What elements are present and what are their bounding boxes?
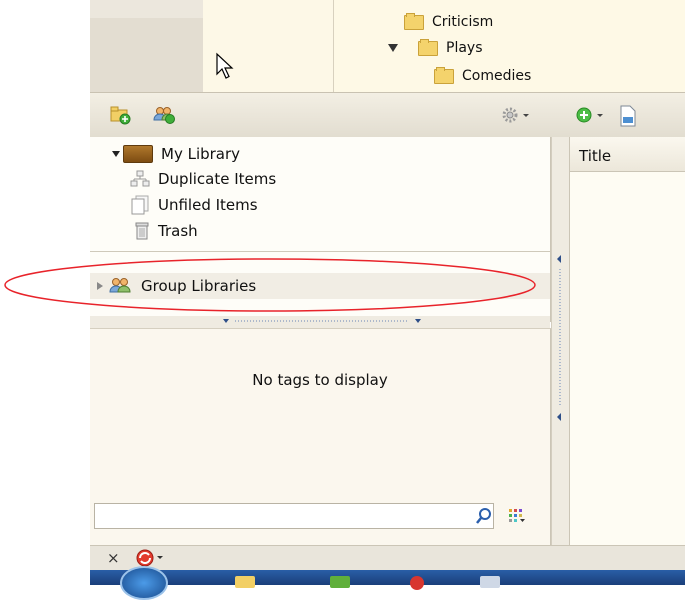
search-icon[interactable] (475, 507, 493, 525)
tag-selector-pane: No tags to display (90, 328, 551, 546)
folder-icon (434, 66, 454, 84)
actions-gear-icon[interactable] (500, 105, 534, 125)
my-library-row[interactable]: My Library (112, 142, 240, 166)
collection-item-label: Trash (158, 222, 198, 240)
library-icon (123, 145, 153, 163)
collection-item-label: Unfiled Items (158, 196, 258, 214)
expand-triangle-icon[interactable] (388, 44, 398, 52)
tree-item-criticism[interactable]: Criticism (404, 12, 494, 30)
folder-icon (404, 12, 424, 30)
trash-row[interactable]: Trash (134, 219, 198, 243)
unfiled-items-row[interactable]: Unfiled Items (130, 193, 258, 217)
tree-item-comedies[interactable]: Comedies (434, 66, 531, 86)
collection-item-label: Duplicate Items (158, 170, 277, 188)
duplicate-items-icon (130, 170, 150, 187)
collapse-triangle-icon[interactable] (112, 151, 120, 157)
start-button[interactable] (120, 566, 168, 600)
taskbar-app-icon[interactable] (330, 576, 350, 588)
taskbar-app-icon[interactable] (480, 576, 500, 588)
mid-window-area (203, 0, 333, 92)
unfiled-items-icon (131, 195, 149, 215)
add-item-icon[interactable] (574, 105, 608, 125)
tree-item-label: Criticism (432, 14, 494, 30)
collection-tree-area: Criticism Plays Comedies (333, 0, 685, 92)
highlight-ellipse-annotation (4, 258, 536, 312)
tag-display-options-icon[interactable] (508, 508, 526, 524)
no-tags-message: No tags to display (252, 371, 388, 389)
explorer-icon[interactable] (235, 576, 255, 588)
duplicate-items-row[interactable]: Duplicate Items (130, 167, 276, 191)
tree-item-label: Plays (446, 40, 483, 56)
column-header-label: Title (579, 147, 612, 165)
taskbar (90, 566, 685, 600)
tree-item-plays[interactable]: Plays (388, 38, 483, 56)
toolbar (90, 92, 685, 138)
new-note-icon[interactable] (618, 105, 638, 127)
close-icon[interactable]: × (107, 549, 120, 567)
taskbar-app-icon[interactable] (410, 576, 424, 590)
left-window-area (90, 0, 203, 92)
tree-item-label: Comedies (462, 68, 532, 84)
divider (90, 251, 550, 252)
mouse-cursor-icon (216, 52, 234, 79)
folder-icon (418, 38, 438, 56)
status-bar: × (90, 545, 685, 571)
trash-icon (135, 222, 149, 240)
left-pane-shade (90, 18, 203, 92)
pane-splitter-vertical[interactable] (551, 137, 570, 545)
new-collection-icon[interactable] (110, 105, 132, 125)
new-group-icon[interactable] (152, 105, 176, 125)
items-pane: Title (569, 137, 685, 545)
my-library-label: My Library (161, 145, 241, 163)
tag-search-input[interactable] (94, 503, 494, 529)
title-column-header[interactable]: Title (570, 137, 685, 172)
